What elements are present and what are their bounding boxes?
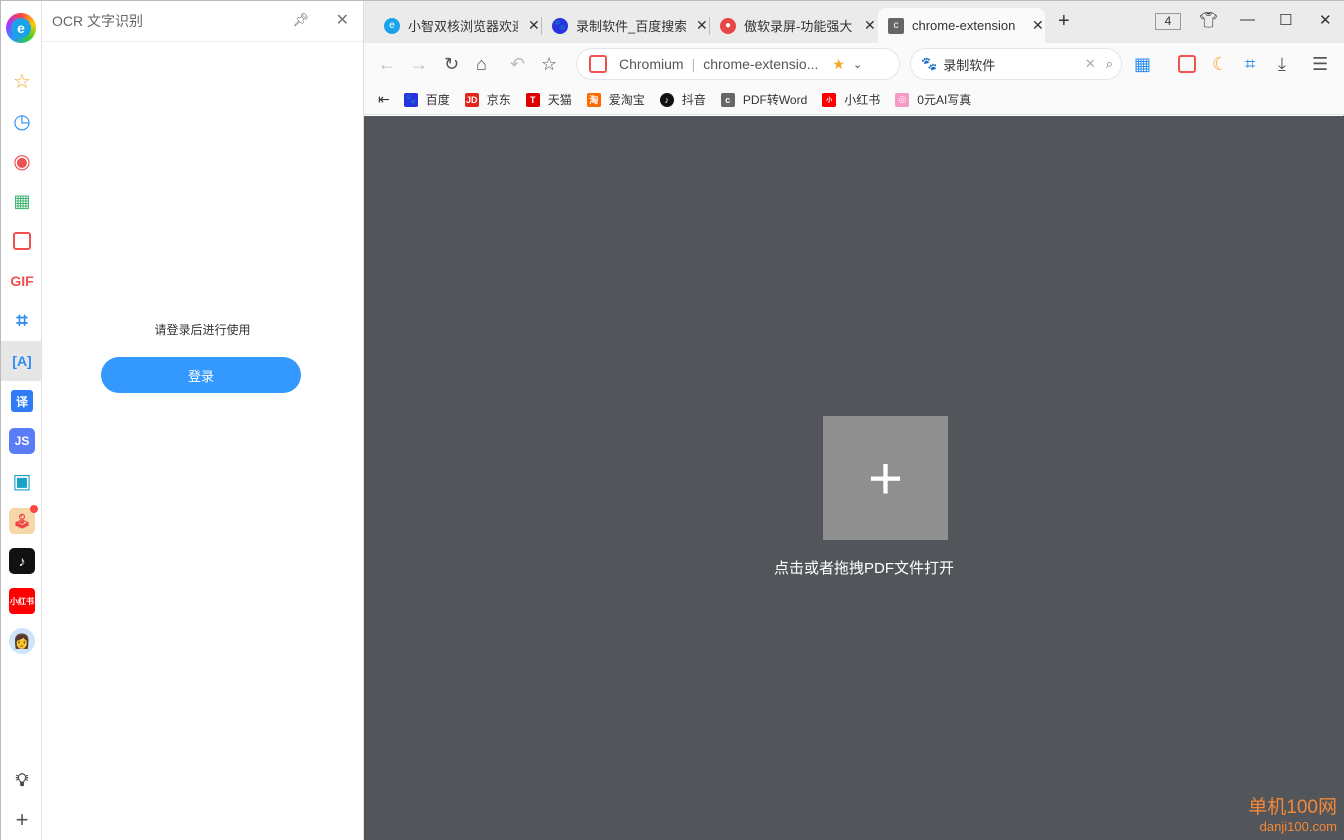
bulb-icon[interactable]: 💡︎ xyxy=(9,767,35,793)
tab[interactable]: 🐾 录制软件_百度搜索 ✕ xyxy=(542,8,708,43)
skin-shirt-icon[interactable]: 👕︎ xyxy=(1199,11,1218,29)
pdf-viewer: + 点击或者拖拽PDF文件打开 单机100网 danji100.com xyxy=(364,116,1344,840)
toolbar: ← → ↻ ⌂ ↶ ☆ Chromium | chrome-extensio..… xyxy=(364,43,1344,85)
tab-close-icon[interactable]: ✕ xyxy=(528,17,540,34)
chevron-down-icon[interactable]: ⌄ xyxy=(853,58,862,71)
tab-favicon: 🐾 xyxy=(552,17,568,34)
pin-icon[interactable]: 📌︎ xyxy=(292,12,309,28)
bookmark[interactable]: JD 京东 xyxy=(464,91,511,108)
screen-icon[interactable]: ▣ xyxy=(9,468,35,494)
baidu-icon: 🐾 xyxy=(921,56,938,71)
menu-icon[interactable]: ☰ xyxy=(1312,54,1328,75)
search-input[interactable]: 录制软件 xyxy=(943,55,1085,74)
browser-window: e 小智双核浏览器欢迎 ✕ 🐾 录制软件_百度搜索 ✕ ● 傲软录屏-功能强大 ✕ c chr… xyxy=(364,1,1344,840)
login-button[interactable]: 登录 xyxy=(101,357,301,393)
js-tool-icon[interactable]: JS xyxy=(9,428,35,454)
avatar[interactable]: 👩 xyxy=(9,628,35,654)
tab[interactable]: e 小智双核浏览器欢迎 ✕ xyxy=(374,8,540,43)
bookmark[interactable]: ♪ 抖音 xyxy=(659,91,706,108)
tab-title: 录制软件_百度搜索 xyxy=(576,19,686,34)
new-tab-button[interactable]: + xyxy=(1058,10,1070,33)
minimize-button[interactable]: — xyxy=(1240,11,1255,28)
favorite-star-icon[interactable]: ★ xyxy=(832,56,845,73)
pdf-icon xyxy=(589,55,607,73)
game-joystick-icon[interactable]: 🕹 xyxy=(9,505,38,534)
search-icon[interactable]: ⌕ xyxy=(1106,56,1113,72)
tab[interactable]: ● 傲软录屏-功能强大 ✕ xyxy=(710,8,876,43)
tab-close-icon[interactable]: ✕ xyxy=(1032,17,1044,34)
back-icon[interactable]: ← xyxy=(378,54,396,75)
tab-active[interactable]: c chrome-extension ✕ xyxy=(878,8,1045,43)
douyin-icon[interactable]: ♪ xyxy=(9,548,35,574)
browser-logo[interactable]: e xyxy=(6,13,36,43)
open-pdf-button[interactable]: + xyxy=(823,416,948,540)
history-clock-icon[interactable]: ◷ xyxy=(9,108,35,134)
home-icon[interactable]: ⌂ xyxy=(476,54,487,75)
ocr-panel: OCR 文字识别 📌︎ ✕ 请登录后进行使用 登录 xyxy=(42,1,364,840)
tab-close-icon[interactable]: ✕ xyxy=(696,17,708,34)
sidebar-rail: e ☆ ◷ ◉ ▦ GIF ⌗ [A] 译 JS ▣ 🕹 ♪ 小红书 👩 💡︎ … xyxy=(1,1,42,840)
tab-title: chrome-extension xyxy=(912,18,1016,33)
crop-icon[interactable]: ⌗ xyxy=(1245,54,1255,75)
ocr-icon[interactable]: [A] xyxy=(9,348,35,374)
night-mode-icon[interactable]: ☾ xyxy=(1212,54,1228,75)
add-icon[interactable]: + xyxy=(9,807,35,833)
reload-icon[interactable]: ↻ xyxy=(444,54,459,75)
bookmark[interactable]: c PDF转Word xyxy=(720,91,807,108)
address-bar[interactable]: Chromium | chrome-extensio... ★ ⌄ xyxy=(576,48,900,80)
bookmark[interactable]: 淘爱淘宝 xyxy=(586,91,645,108)
search-box[interactable]: 🐾 录制软件 ✕ ⌕ xyxy=(910,48,1122,80)
bookmarks-bar: ⇤ 🐾 百度 JD 京东 T 天猫 淘爱淘宝 ♪ 抖音 c PDF转Word 小小红书 ◎… xyxy=(364,85,1344,115)
tab-favicon: e xyxy=(384,17,400,34)
bookmark[interactable]: T 天猫 xyxy=(525,91,572,108)
pdf-tool-icon[interactable] xyxy=(1178,55,1196,73)
sidebar-toggle-icon[interactable]: ⇤ xyxy=(378,91,390,108)
apps-grid-icon[interactable]: ▦ xyxy=(1134,54,1151,75)
bookmark[interactable]: 小小红书 xyxy=(822,91,880,108)
undo-icon[interactable]: ↶ xyxy=(510,54,525,75)
download-icon[interactable]: ⤓ xyxy=(1278,54,1286,75)
qrcode-icon[interactable]: ▦ xyxy=(9,188,35,214)
close-window-button[interactable]: ✕ xyxy=(1319,11,1332,29)
tab-title: 小智双核浏览器欢迎 xyxy=(408,19,518,34)
tab-close-icon[interactable]: ✕ xyxy=(864,17,876,34)
close-icon[interactable]: ✕ xyxy=(336,10,349,30)
open-pdf-hint: 点击或者拖拽PDF文件打开 xyxy=(773,560,954,577)
xiaohongshu-icon[interactable]: 小红书 xyxy=(9,588,35,614)
record-icon[interactable]: ◉ xyxy=(9,148,35,174)
tab-bar: e 小智双核浏览器欢迎 ✕ 🐾 录制软件_百度搜索 ✕ ● 傲软录屏-功能强大 ✕ c chr… xyxy=(364,1,1344,43)
panel-title: OCR 文字识别 xyxy=(52,13,143,29)
tab-title: 傲软录屏-功能强大 xyxy=(744,19,853,34)
login-prompt: 请登录后进行使用 xyxy=(154,323,251,337)
forward-icon[interactable]: → xyxy=(410,54,428,75)
crop-icon[interactable]: ⌗ xyxy=(9,308,35,334)
tab-favicon: ● xyxy=(720,17,736,34)
watermark-logo: 单机100网 danji100.com xyxy=(1248,797,1337,834)
tab-count[interactable]: 4 xyxy=(1155,13,1181,30)
address-url: chrome-extensio... xyxy=(703,56,819,72)
maximize-button[interactable]: ☐ xyxy=(1279,11,1292,29)
tab-favicon: c xyxy=(888,17,904,34)
bookmark-star-icon[interactable]: ☆ xyxy=(541,54,557,75)
gif-icon[interactable]: GIF xyxy=(9,268,35,294)
pdf-icon[interactable] xyxy=(9,228,35,254)
translate-icon[interactable]: 译 xyxy=(11,390,33,412)
favorites-star-icon[interactable]: ☆ xyxy=(9,68,35,94)
bookmark[interactable]: 🐾 百度 xyxy=(403,91,450,108)
bookmark[interactable]: ◎ 0元AI写真 xyxy=(895,91,971,108)
address-site: Chromium xyxy=(619,56,684,72)
clear-icon[interactable]: ✕ xyxy=(1085,56,1096,72)
